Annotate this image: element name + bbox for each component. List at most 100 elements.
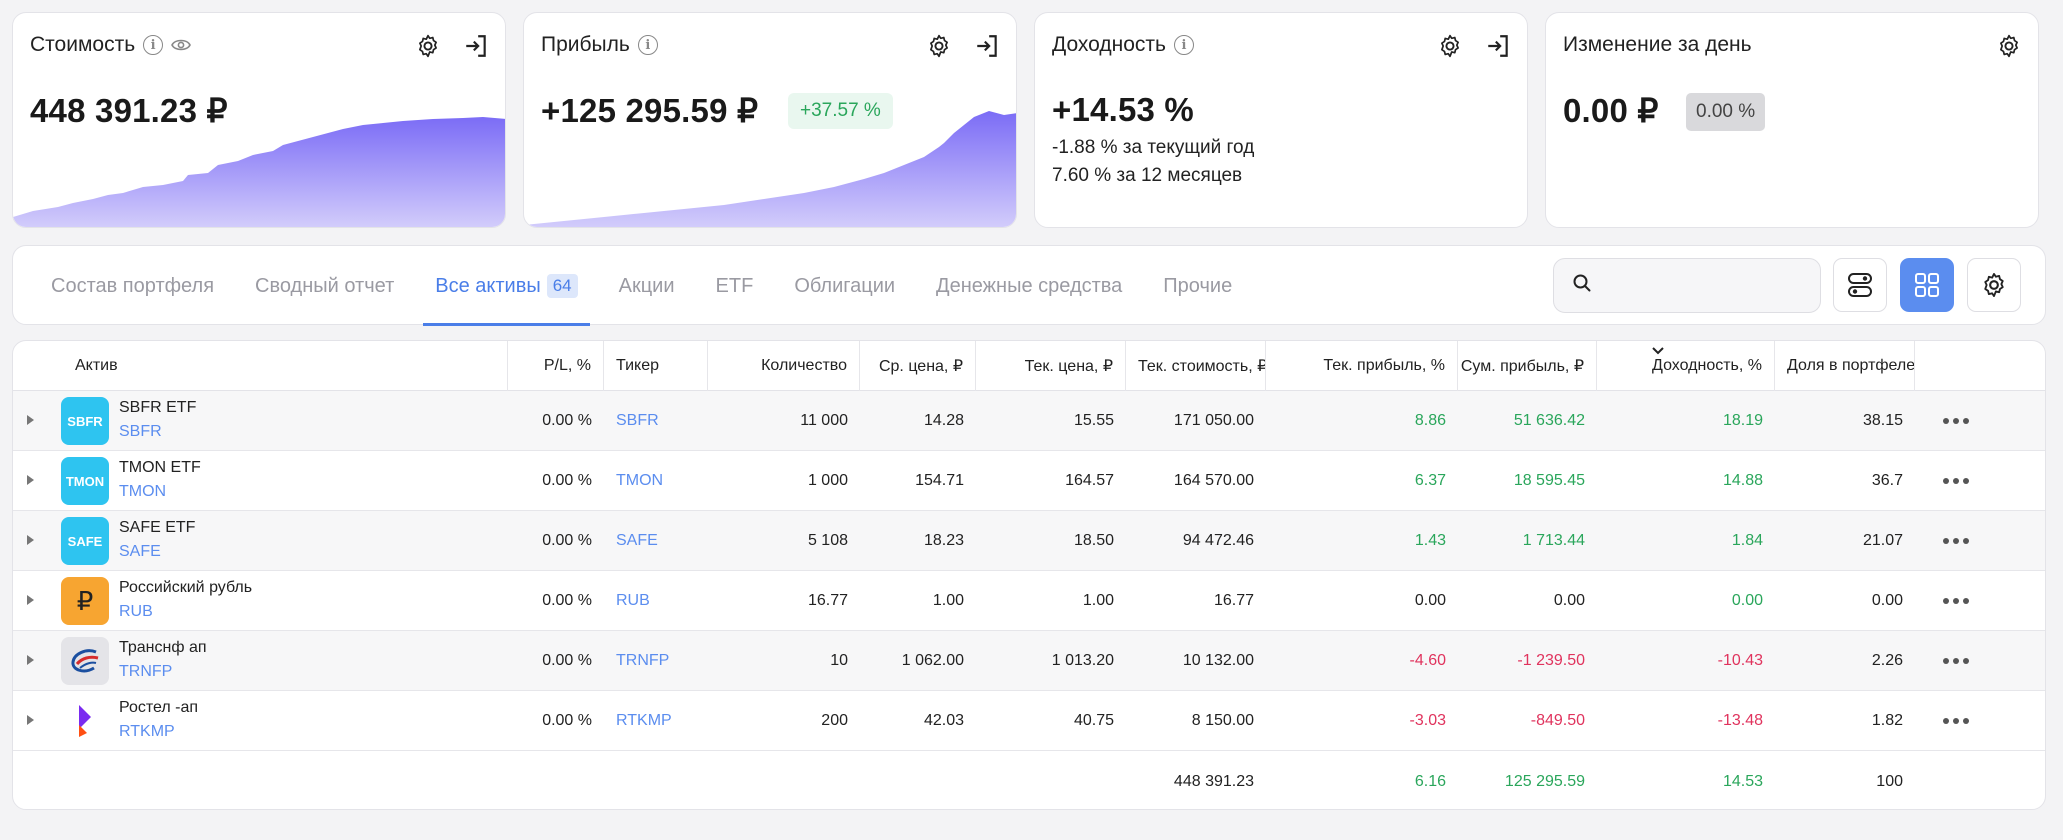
asset-name: TMON ETF (119, 459, 201, 476)
table-settings-button[interactable] (1967, 258, 2021, 312)
column-total-profit[interactable]: Сум. прибыль, ₽ (1458, 341, 1597, 391)
expand-icon[interactable] (1483, 31, 1513, 61)
table-row[interactable]: Транснф ап TRNFP 0.00 % TRNFP 10 1 062.00 1 01… (13, 631, 2045, 691)
row-menu-button[interactable] (1931, 451, 1991, 511)
total-yield: 14.53 (1722, 772, 1763, 790)
expand-row-icon[interactable] (27, 715, 34, 725)
asset-name: Российский рубль (119, 579, 253, 596)
info-icon[interactable]: i (143, 35, 164, 55)
expand-icon[interactable] (461, 31, 491, 61)
gear-icon[interactable] (924, 31, 954, 61)
column-current-price[interactable]: Тек. цена, ₽ (976, 341, 1126, 391)
cell-value: 8 150.00 (1191, 712, 1254, 729)
asset-ticker-link[interactable]: SBFR (119, 423, 162, 441)
asset-ticker-link[interactable]: RTKMP (119, 723, 175, 741)
asset-logo: ₽ (61, 577, 109, 625)
cell-ticker[interactable]: TMON (604, 451, 708, 511)
table-row[interactable]: Ростел -ап RTKMP 0.00 % RTKMP 200 42.03 40.75 8… (13, 691, 2045, 751)
tab-other[interactable]: Прочие (1151, 246, 1244, 326)
cell-yield: 14.88 (1722, 472, 1763, 489)
asset-ticker-link[interactable]: TRNFP (119, 663, 172, 681)
row-menu-button[interactable] (1931, 571, 1991, 631)
cell-ticker[interactable]: SBFR (604, 391, 708, 451)
tab-cash[interactable]: Денежные средства (924, 246, 1134, 326)
cell-profit-sum: -1 239.50 (1517, 652, 1585, 669)
cell-ticker[interactable]: RUB (604, 571, 708, 631)
expand-row-icon[interactable] (27, 475, 34, 485)
tab-stocks[interactable]: Акции (607, 246, 687, 326)
gear-icon[interactable] (1994, 31, 2024, 61)
tab-all-assets[interactable]: Все активы 64 (423, 246, 591, 326)
expand-row-icon[interactable] (27, 535, 34, 545)
row-menu-button[interactable] (1931, 691, 1991, 751)
tab-bonds[interactable]: Облигации (782, 246, 907, 326)
tab-summary[interactable]: Сводный отчет (243, 246, 406, 326)
column-ticker[interactable]: Тикер (604, 341, 708, 391)
expand-row-icon[interactable] (27, 595, 34, 605)
info-icon[interactable]: i (637, 35, 658, 55)
tab-count-badge: 64 (546, 274, 578, 298)
cell-profit-sum: 51 636.42 (1513, 412, 1585, 429)
cell-ticker[interactable]: TRNFP (604, 631, 708, 691)
cell-share: 1.82 (1871, 712, 1903, 729)
tab-label: Акции (618, 274, 675, 297)
column-quantity[interactable]: Количество (708, 341, 860, 391)
eye-icon[interactable] (171, 35, 192, 55)
cell-cur: 40.75 (1073, 712, 1114, 729)
cell-profit-sum: 1 713.44 (1522, 532, 1585, 549)
column-current-value[interactable]: Тек. стоимость, ₽ (1126, 341, 1266, 391)
tab-portfolio[interactable]: Состав портфеля (39, 246, 226, 326)
column-asset[interactable]: Актив (13, 341, 508, 391)
column-pl[interactable]: P/L, % (508, 341, 604, 391)
table-row[interactable]: SAFE SAFE ETF SAFE 0.00 % SAFE 5 108 18.23 18.5… (13, 511, 2045, 571)
asset-logo: SAFE (61, 517, 109, 565)
cell-value: 16.77 (1213, 592, 1254, 609)
cell-ticker[interactable]: RTKMP (604, 691, 708, 751)
asset-logo: TMON (61, 457, 109, 505)
info-icon[interactable]: i (1173, 35, 1194, 55)
cell-cur: 1.00 (1082, 592, 1114, 609)
column-share[interactable]: Доля в портфеле (1775, 341, 1915, 391)
column-avg-price[interactable]: Ср. цена, ₽ (860, 341, 976, 391)
column-label: Доля в портфеле (1787, 357, 1915, 374)
row-menu-button[interactable] (1931, 391, 1991, 451)
asset-ticker-link[interactable]: SAFE (119, 543, 161, 561)
row-menu-button[interactable] (1931, 631, 1991, 691)
table-row[interactable]: SBFR SBFR ETF SBFR 0.00 % SBFR 11 000 14.28 15.… (13, 391, 2045, 451)
grid-view-button[interactable] (1900, 258, 1954, 312)
expand-icon[interactable] (972, 31, 1002, 61)
card-title: Прибыль (541, 33, 630, 56)
expand-row-icon[interactable] (27, 415, 34, 425)
table-totals-row: 448 391.23 6.16 125 295.59 14.53 100 (13, 752, 2045, 809)
profit-sparkline (524, 111, 1016, 227)
column-label: Доходность, % (1652, 357, 1762, 374)
search-icon (1572, 273, 1592, 298)
card-value: Стоимость i 448 391.23 ₽ (12, 12, 506, 228)
search-input[interactable] (1604, 275, 1804, 296)
search-box[interactable] (1553, 258, 1821, 313)
column-label: Количество (761, 357, 847, 374)
asset-tabs: Состав портфеля Сводный отчет Все активы… (39, 246, 1261, 326)
total-profit-percent: 6.16 (1414, 772, 1446, 790)
asset-ticker-link[interactable]: TMON (119, 483, 166, 501)
table-row[interactable]: ₽ Российский рубль RUB 0.00 % RUB 16.77 1.00 1.… (13, 571, 2045, 631)
total-profit-sum: 125 295.59 (1504, 772, 1585, 790)
row-menu-button[interactable] (1931, 511, 1991, 571)
column-label: Тек. стоимость, ₽ (1138, 358, 1266, 375)
tab-label: Прочие (1163, 274, 1233, 297)
cell-pl: 0.00 % (542, 532, 592, 549)
gear-icon[interactable] (1435, 31, 1465, 61)
summary-cards: Стоимость i 448 391.23 ₽ Прибыль i +125 … (12, 12, 2044, 228)
column-yield[interactable]: Доходность, % (1597, 341, 1775, 391)
column-current-profit[interactable]: Тек. прибыль, % (1266, 341, 1458, 391)
asset-name: Транснф ап (119, 639, 207, 656)
cell-ticker[interactable]: SAFE (604, 511, 708, 571)
asset-ticker-link[interactable]: RUB (119, 603, 153, 621)
cell-avg: 42.03 (923, 712, 964, 729)
table-row[interactable]: TMON TMON ETF TMON 0.00 % TMON 1 000 154.71 164… (13, 451, 2045, 511)
gear-icon[interactable] (413, 31, 443, 61)
cell-yield: 0.00 (1731, 592, 1763, 609)
tab-etf[interactable]: ETF (704, 246, 766, 326)
expand-row-icon[interactable] (27, 655, 34, 665)
toggle-view-button[interactable] (1833, 258, 1887, 312)
